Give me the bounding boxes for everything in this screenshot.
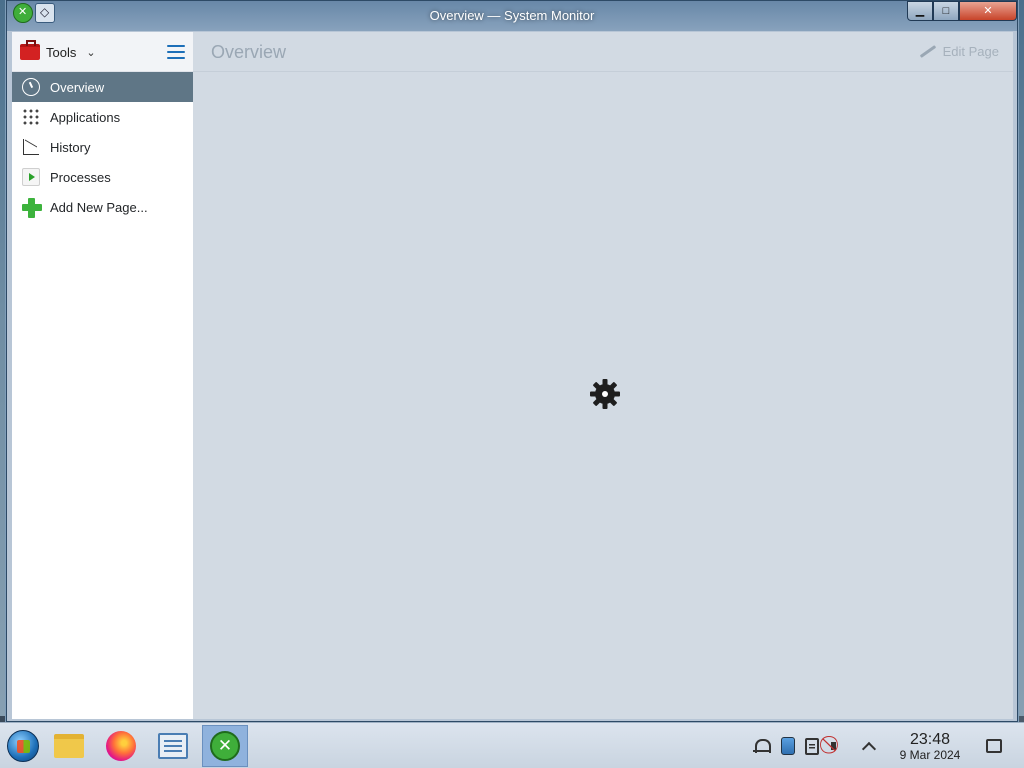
sidebar-item-label: Add New Page...: [50, 199, 148, 215]
sidebar-item-processes[interactable]: Processes: [12, 162, 193, 192]
sidebar-item-add-new-page[interactable]: Add New Page...: [12, 192, 193, 222]
sidebar-item-overview[interactable]: Overview: [12, 72, 193, 102]
add-icon: [22, 198, 42, 218]
toolbox-icon: [20, 40, 40, 60]
volume-muted-icon[interactable]: [829, 736, 849, 756]
sidebar-item-applications[interactable]: Applications: [12, 102, 193, 132]
system-tray: 23:48 9 Mar 2024: [746, 723, 1002, 768]
firefox-icon: [106, 731, 136, 761]
tools-icon: ✕: [210, 731, 240, 761]
taskbar-system-settings[interactable]: [150, 725, 196, 767]
page-header: Overview Edit Page: [193, 32, 1013, 72]
clock-date: 9 Mar 2024: [899, 747, 961, 762]
edit-page-label: Edit Page: [942, 44, 999, 59]
system-settings-icon: [158, 733, 188, 759]
notifications-bell-icon[interactable]: [751, 736, 771, 756]
taskbar: ✕ 23:48 9 Mar 2024: [0, 722, 1024, 768]
chevron-down-icon: ⌄: [86, 46, 96, 59]
system-monitor-window: Overview — System Monitor ▁ □ ✕ Tools ⌄ …: [6, 0, 1018, 722]
clock[interactable]: 23:48 9 Mar 2024: [894, 731, 966, 762]
chart-line-icon: [22, 138, 40, 156]
hamburger-menu-icon[interactable]: [167, 45, 185, 59]
sidebar-item-label: Overview: [50, 79, 105, 95]
chevron-up-icon[interactable]: [861, 741, 877, 757]
minimize-button[interactable]: ▁: [907, 1, 933, 21]
sidebar: Tools ⌄ Overview Applications History Pr…: [12, 32, 193, 719]
window-title: Overview — System Monitor: [429, 8, 595, 23]
processes-icon: [22, 168, 40, 186]
clipboard-icon[interactable]: [805, 737, 819, 755]
applications-grid-icon: [22, 108, 40, 126]
close-button[interactable]: ✕: [959, 1, 1017, 21]
loading-gear-icon: [590, 379, 620, 409]
start-orb-icon: [7, 730, 39, 762]
sidebar-header: Tools ⌄: [12, 32, 193, 72]
edit-page-button[interactable]: Edit Page: [919, 44, 999, 59]
pencil-icon: [919, 45, 936, 58]
window-titlebar[interactable]: Overview — System Monitor ▁ □ ✕: [7, 1, 1017, 31]
start-menu-button[interactable]: [0, 725, 46, 767]
gauge-icon: [22, 78, 40, 96]
sidebar-item-history[interactable]: History: [12, 132, 193, 162]
updates-icon[interactable]: [781, 737, 795, 755]
tools-label: Tools: [46, 44, 77, 60]
main-content: Overview Edit Page: [193, 32, 1013, 719]
tools-menu-button[interactable]: Tools ⌄: [20, 40, 96, 63]
clock-time: 23:48: [909, 730, 951, 748]
sidebar-item-label: History: [50, 139, 91, 155]
taskbar-firefox[interactable]: [98, 725, 144, 767]
show-desktop-icon[interactable]: [986, 739, 1002, 753]
taskbar-system-monitor[interactable]: ✕: [202, 725, 248, 767]
sidebar-item-label: Applications: [50, 109, 121, 125]
maximize-button[interactable]: □: [933, 1, 959, 21]
taskbar-file-manager[interactable]: [46, 725, 92, 767]
sidebar-item-label: Processes: [50, 169, 111, 185]
folder-icon: [54, 734, 84, 758]
page-title: Overview: [211, 42, 287, 62]
